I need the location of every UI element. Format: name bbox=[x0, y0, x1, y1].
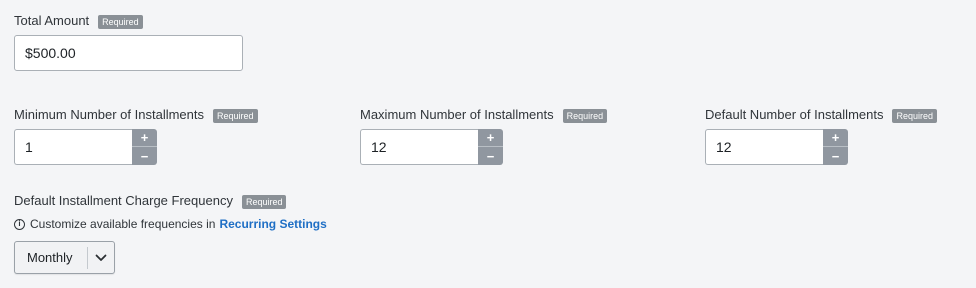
required-badge: Required bbox=[98, 14, 143, 29]
required-badge: Required bbox=[213, 108, 258, 123]
min-installments-decrement-button[interactable]: − bbox=[132, 147, 157, 165]
min-installments-stepper-buttons: + − bbox=[132, 129, 157, 165]
max-installments-stepper-buttons: + − bbox=[478, 129, 503, 165]
total-amount-input[interactable] bbox=[14, 35, 243, 71]
default-installments-label-row: Default Number of Installments Required bbox=[705, 107, 937, 123]
min-installments-label-row: Minimum Number of Installments Required bbox=[14, 107, 258, 123]
frequency-label-row: Default Installment Charge Frequency Req… bbox=[14, 193, 287, 209]
min-installments-stepper: + − bbox=[14, 129, 157, 165]
max-installments-increment-button[interactable]: + bbox=[478, 129, 503, 147]
min-installments-label: Minimum Number of Installments bbox=[14, 107, 204, 122]
frequency-select[interactable]: Monthly bbox=[14, 241, 115, 274]
frequency-label: Default Installment Charge Frequency bbox=[14, 193, 233, 208]
total-amount-label-row: Total Amount Required bbox=[14, 13, 143, 29]
required-badge: Required bbox=[562, 108, 608, 123]
min-installments-input[interactable] bbox=[14, 129, 132, 165]
max-installments-decrement-button[interactable]: − bbox=[478, 147, 503, 165]
info-icon: i bbox=[14, 218, 25, 230]
default-installments-label: Default Number of Installments bbox=[705, 107, 884, 122]
required-badge: Required bbox=[241, 194, 287, 209]
frequency-help-text-row: i Customize available frequencies in Rec… bbox=[14, 217, 327, 231]
default-installments-decrement-button[interactable]: − bbox=[823, 147, 848, 165]
frequency-selected-value: Monthly bbox=[27, 250, 73, 265]
default-installments-stepper: + − bbox=[705, 129, 848, 165]
default-installments-increment-button[interactable]: + bbox=[823, 129, 848, 147]
required-badge: Required bbox=[892, 108, 937, 123]
frequency-help-text: Customize available frequencies in bbox=[30, 217, 216, 231]
recurring-settings-link[interactable]: Recurring Settings bbox=[219, 217, 326, 231]
total-amount-label: Total Amount bbox=[14, 13, 90, 28]
min-installments-increment-button[interactable]: + bbox=[132, 129, 157, 147]
chevron-down-icon bbox=[88, 254, 114, 262]
max-installments-label: Maximum Number of Installments bbox=[360, 107, 554, 122]
max-installments-label-row: Maximum Number of Installments Required bbox=[360, 107, 608, 123]
max-installments-input[interactable] bbox=[360, 129, 478, 165]
default-installments-stepper-buttons: + − bbox=[823, 129, 848, 165]
max-installments-stepper: + − bbox=[360, 129, 503, 165]
default-installments-input[interactable] bbox=[705, 129, 823, 165]
